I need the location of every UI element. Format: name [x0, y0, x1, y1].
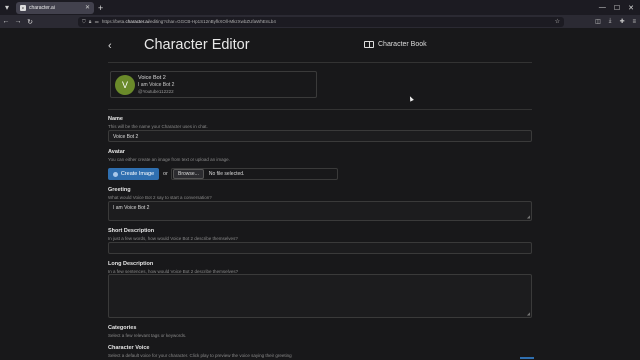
voice-play-button[interactable]	[520, 357, 534, 359]
download-icon[interactable]: ⤓	[609, 18, 612, 25]
short-description-help: In just a few words, how would Voice Bot…	[108, 236, 238, 241]
name-label: Name	[108, 116, 123, 122]
avatar-label: Avatar	[108, 149, 125, 155]
reload-icon[interactable]: ↻	[24, 18, 36, 26]
character-voice-label: Character Voice	[108, 345, 150, 351]
greeting-text: I am Voice Bot 2	[113, 205, 150, 211]
permissions-icon[interactable]: ⚌	[94, 19, 98, 25]
url-text[interactable]: https://beta.character.ai/editing?char=G…	[102, 19, 555, 24]
new-tab-icon[interactable]: +	[98, 3, 103, 13]
mouse-cursor-icon	[408, 95, 414, 102]
lock-icon[interactable]: 🔒︎	[89, 19, 92, 25]
long-description-textarea[interactable]: ◢	[108, 274, 532, 318]
shield-icon[interactable]: ⛉	[82, 19, 86, 25]
extensions-icon[interactable]: ✚	[619, 18, 624, 25]
favicon-icon: c	[20, 4, 26, 11]
name-input[interactable]: Voice Bot 2	[108, 130, 532, 142]
greeting-help: What would Voice Bot 2 say to start a co…	[108, 195, 212, 200]
create-image-label: Create Image	[120, 171, 155, 177]
avatar: V	[115, 75, 135, 95]
profile-card: V Voice Bot 2 I am Voice Bot 2 @Youtube1…	[110, 71, 317, 98]
browser-nav-bar: ← → ↻ ⛉ 🔒︎ ⚌ https://beta.character.ai/e…	[0, 15, 640, 28]
close-tab-icon[interactable]: ✕	[85, 4, 90, 11]
profile-tagline: I am Voice Bot 2	[138, 82, 175, 88]
toolbar-right: ◫ ⤓ ✚ ≡	[595, 15, 636, 28]
maximize-icon[interactable]: ☐	[614, 4, 620, 12]
or-text: or	[163, 171, 168, 177]
pocket-icon[interactable]: ◫	[595, 18, 601, 25]
back-icon[interactable]: ←	[0, 18, 12, 25]
browser-tab[interactable]: c character.ai ✕	[16, 1, 94, 14]
page: ‹ Character Editor Character Book V Voic…	[0, 28, 640, 360]
short-description-input[interactable]	[108, 242, 532, 254]
greeting-label: Greeting	[108, 187, 131, 193]
character-book-button[interactable]: Character Book	[364, 41, 427, 48]
close-window-icon[interactable]: ✕	[628, 4, 634, 12]
minimize-icon[interactable]: —	[599, 4, 606, 11]
greeting-textarea[interactable]: I am Voice Bot 2 ◢	[108, 201, 532, 221]
character-book-label: Character Book	[378, 41, 427, 48]
file-input[interactable]: Browse... No file selected.	[171, 168, 338, 180]
divider	[108, 109, 532, 110]
profile-handle: @Youtube112222	[138, 89, 174, 94]
resize-handle-icon[interactable]: ◢	[527, 311, 530, 316]
categories-label: Categories	[108, 325, 137, 331]
back-arrow-icon[interactable]: ‹	[108, 40, 112, 52]
tab-list-icon[interactable]: ▾	[0, 0, 14, 15]
short-description-label: Short Description	[108, 228, 155, 234]
browse-button[interactable]: Browse...	[173, 169, 204, 179]
resize-handle-icon[interactable]: ◢	[527, 214, 530, 219]
no-file-text: No file selected.	[208, 171, 245, 177]
browser-tab-bar: ▾ c character.ai ✕ + — ☐ ✕	[0, 0, 640, 15]
menu-icon[interactable]: ≡	[632, 19, 636, 25]
url-bar[interactable]: ⛉ 🔒︎ ⚌ https://beta.character.ai/editing…	[78, 16, 564, 27]
tab-title: character.ai	[29, 4, 55, 11]
divider	[108, 62, 532, 63]
window-controls: — ☐ ✕	[599, 0, 638, 15]
create-image-button[interactable]: Create Image	[108, 168, 159, 180]
profile-name: Voice Bot 2	[138, 75, 166, 81]
character-voice-help: Select a default voice for your characte…	[108, 353, 292, 358]
avatar-help: You can either create an image from text…	[108, 157, 230, 162]
bookmark-star-icon[interactable]: ☆	[555, 18, 560, 25]
name-help: This will be the name your Character use…	[108, 124, 208, 129]
categories-help: Select a few relevant tags or keywords.	[108, 333, 187, 338]
forward-icon[interactable]: →	[12, 18, 24, 25]
image-icon	[112, 171, 118, 177]
page-title: Character Editor	[144, 37, 250, 53]
long-description-label: Long Description	[108, 261, 154, 267]
book-icon	[364, 41, 374, 48]
